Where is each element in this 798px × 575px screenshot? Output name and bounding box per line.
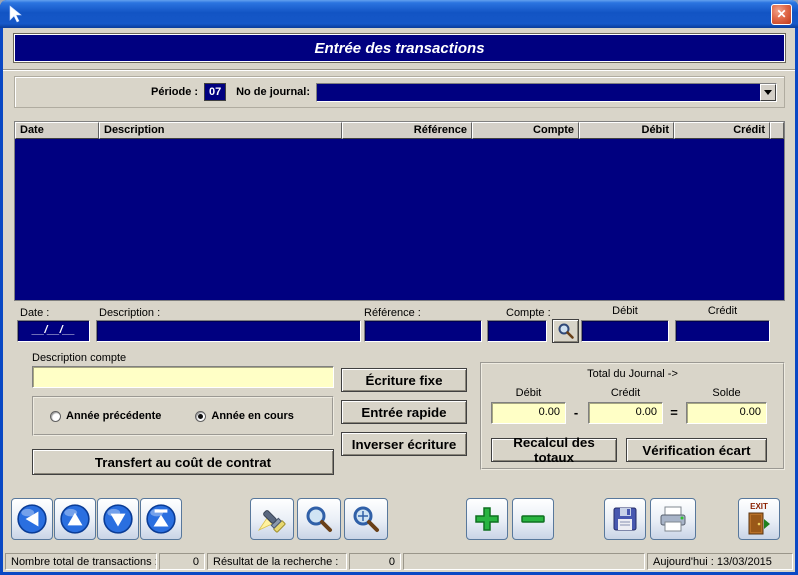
radio-annee-precedente-label: Année précédente	[66, 410, 161, 422]
entry-description-label: Description :	[99, 307, 160, 319]
advanced-search-button[interactable]	[344, 498, 388, 540]
status-today-date: Aujourd'hui : 13/03/2015	[647, 553, 793, 570]
column-header-credit[interactable]: Crédit	[674, 122, 770, 139]
arrow-up-last-icon	[145, 503, 177, 535]
totals-solde-value: 0.00	[686, 402, 767, 424]
search-button[interactable]	[297, 498, 341, 540]
radio-annee-en-cours[interactable]: Année en cours	[195, 410, 294, 422]
statusbar: Nombre total de transactions : 0 Résulta…	[3, 551, 795, 572]
plus-icon	[471, 503, 503, 535]
minus-sign: -	[568, 405, 584, 420]
add-transaction-button[interactable]	[466, 498, 508, 540]
ecriture-fixe-button[interactable]: Écriture fixe	[341, 368, 467, 392]
divider	[3, 69, 795, 71]
column-header-debit[interactable]: Débit	[579, 122, 674, 139]
arrow-left-icon	[16, 503, 48, 535]
titlebar[interactable]: ✕	[0, 0, 798, 28]
app-icon	[6, 4, 26, 24]
equals-sign: =	[666, 405, 682, 420]
radio-icon	[195, 411, 206, 422]
status-filler	[403, 553, 645, 570]
period-input[interactable]: 07	[204, 83, 226, 101]
exit-label: EXIT	[750, 503, 768, 511]
description-compte-input[interactable]	[32, 366, 334, 388]
status-search-value: 0	[349, 553, 401, 570]
search-icon	[303, 503, 335, 535]
recalcul-totaux-button[interactable]: Recalcul des totaux	[491, 438, 617, 462]
compte-lookup-button[interactable]	[552, 319, 579, 343]
totals-debit-label: Débit	[491, 387, 566, 399]
nav-first-button[interactable]	[11, 498, 53, 540]
arrow-down-icon	[102, 503, 134, 535]
journal-combobox[interactable]	[316, 83, 777, 102]
radio-annee-precedente[interactable]: Année précédente	[50, 410, 161, 422]
reference-input[interactable]	[364, 320, 482, 342]
chevron-down-icon	[764, 90, 772, 95]
date-input[interactable]: __/__/__	[17, 320, 90, 342]
totals-title: Total du Journal ->	[482, 368, 783, 380]
column-header-reference[interactable]: Référence	[342, 122, 472, 139]
save-button[interactable]	[604, 498, 646, 540]
exit-button[interactable]: EXIT	[738, 498, 780, 540]
nav-previous-button[interactable]	[54, 498, 96, 540]
printer-icon	[657, 503, 689, 535]
transfert-cout-contrat-button[interactable]: Transfert au coût de contrat	[32, 449, 334, 475]
transactions-table: Date Description Référence Compte Débit …	[14, 121, 785, 301]
flashlight-search-button[interactable]	[250, 498, 294, 540]
arrow-up-icon	[59, 503, 91, 535]
table-body[interactable]	[15, 139, 784, 300]
inverser-ecriture-button[interactable]: Inverser écriture	[341, 432, 467, 456]
status-total-label: Nombre total de transactions :	[5, 553, 157, 570]
credit-input[interactable]	[675, 320, 770, 342]
column-header-filler	[770, 122, 784, 139]
totals-credit-value: 0.00	[588, 402, 663, 424]
nav-next-button[interactable]	[97, 498, 139, 540]
entry-date-label: Date :	[20, 307, 49, 319]
column-header-date[interactable]: Date	[15, 122, 99, 139]
entree-rapide-button[interactable]: Entrée rapide	[341, 400, 467, 424]
totals-credit-label: Crédit	[588, 387, 663, 399]
totals-solde-label: Solde	[686, 387, 767, 399]
column-header-description[interactable]: Description	[99, 122, 342, 139]
totals-group: Total du Journal -> Débit Crédit Solde 0…	[480, 362, 785, 470]
magnifier-icon	[557, 322, 575, 340]
entry-credit-label: Crédit	[675, 305, 770, 317]
page-title-banner: Entrée des transactions	[14, 34, 785, 62]
table-header: Date Description Référence Compte Débit …	[15, 122, 784, 139]
scope-search-icon	[350, 503, 382, 535]
debit-input[interactable]	[581, 320, 669, 342]
status-search-label: Résultat de la recherche :	[207, 553, 347, 570]
entry-debit-label: Débit	[581, 305, 669, 317]
radio-icon	[50, 411, 61, 422]
flashlight-icon	[256, 503, 288, 535]
client-area: Entrée des transactions Période : 07 No …	[3, 28, 795, 551]
radio-annee-en-cours-label: Année en cours	[211, 410, 294, 422]
entry-compte-label: Compte :	[506, 307, 551, 319]
app-window: ✕ Entrée des transactions Période : 07 N…	[0, 0, 798, 575]
floppy-disk-icon	[609, 503, 641, 535]
year-radio-group: Année précédente Année en cours	[32, 396, 334, 436]
verification-ecart-button[interactable]: Vérification écart	[626, 438, 767, 462]
minus-icon	[517, 503, 549, 535]
period-panel: Période : 07 No de journal:	[14, 76, 785, 108]
print-button[interactable]	[650, 498, 696, 540]
close-button[interactable]: ✕	[771, 4, 792, 25]
column-header-compte[interactable]: Compte	[472, 122, 579, 139]
period-label: Période :	[151, 86, 198, 98]
status-total-value: 0	[159, 553, 205, 570]
journal-combobox-value	[317, 84, 759, 101]
nav-last-button[interactable]	[140, 498, 182, 540]
compte-input[interactable]	[487, 320, 547, 342]
description-compte-label: Description compte	[32, 352, 126, 364]
totals-debit-value: 0.00	[491, 402, 566, 424]
description-input[interactable]	[96, 320, 361, 342]
close-icon: ✕	[776, 7, 786, 21]
exit-door-icon	[746, 511, 772, 537]
journal-dropdown-button[interactable]	[760, 84, 776, 101]
delete-transaction-button[interactable]	[512, 498, 554, 540]
journal-label: No de journal:	[236, 86, 310, 98]
page-title: Entrée des transactions	[314, 40, 484, 57]
entry-reference-label: Référence :	[364, 307, 421, 319]
